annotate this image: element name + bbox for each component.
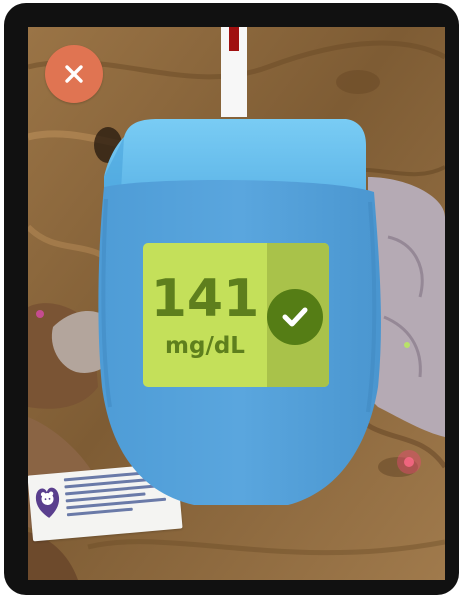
meter-display: 141 mg/dL [143, 243, 329, 387]
check-icon [267, 289, 323, 345]
glucose-reading-value: 141 [150, 269, 260, 329]
camera-view: 141 mg/dL [28, 27, 445, 580]
glucose-reading-unit: mg/dL [165, 333, 245, 359]
close-button[interactable] [45, 45, 103, 103]
device-frame: 141 mg/dL [4, 3, 459, 595]
close-icon [65, 65, 83, 83]
